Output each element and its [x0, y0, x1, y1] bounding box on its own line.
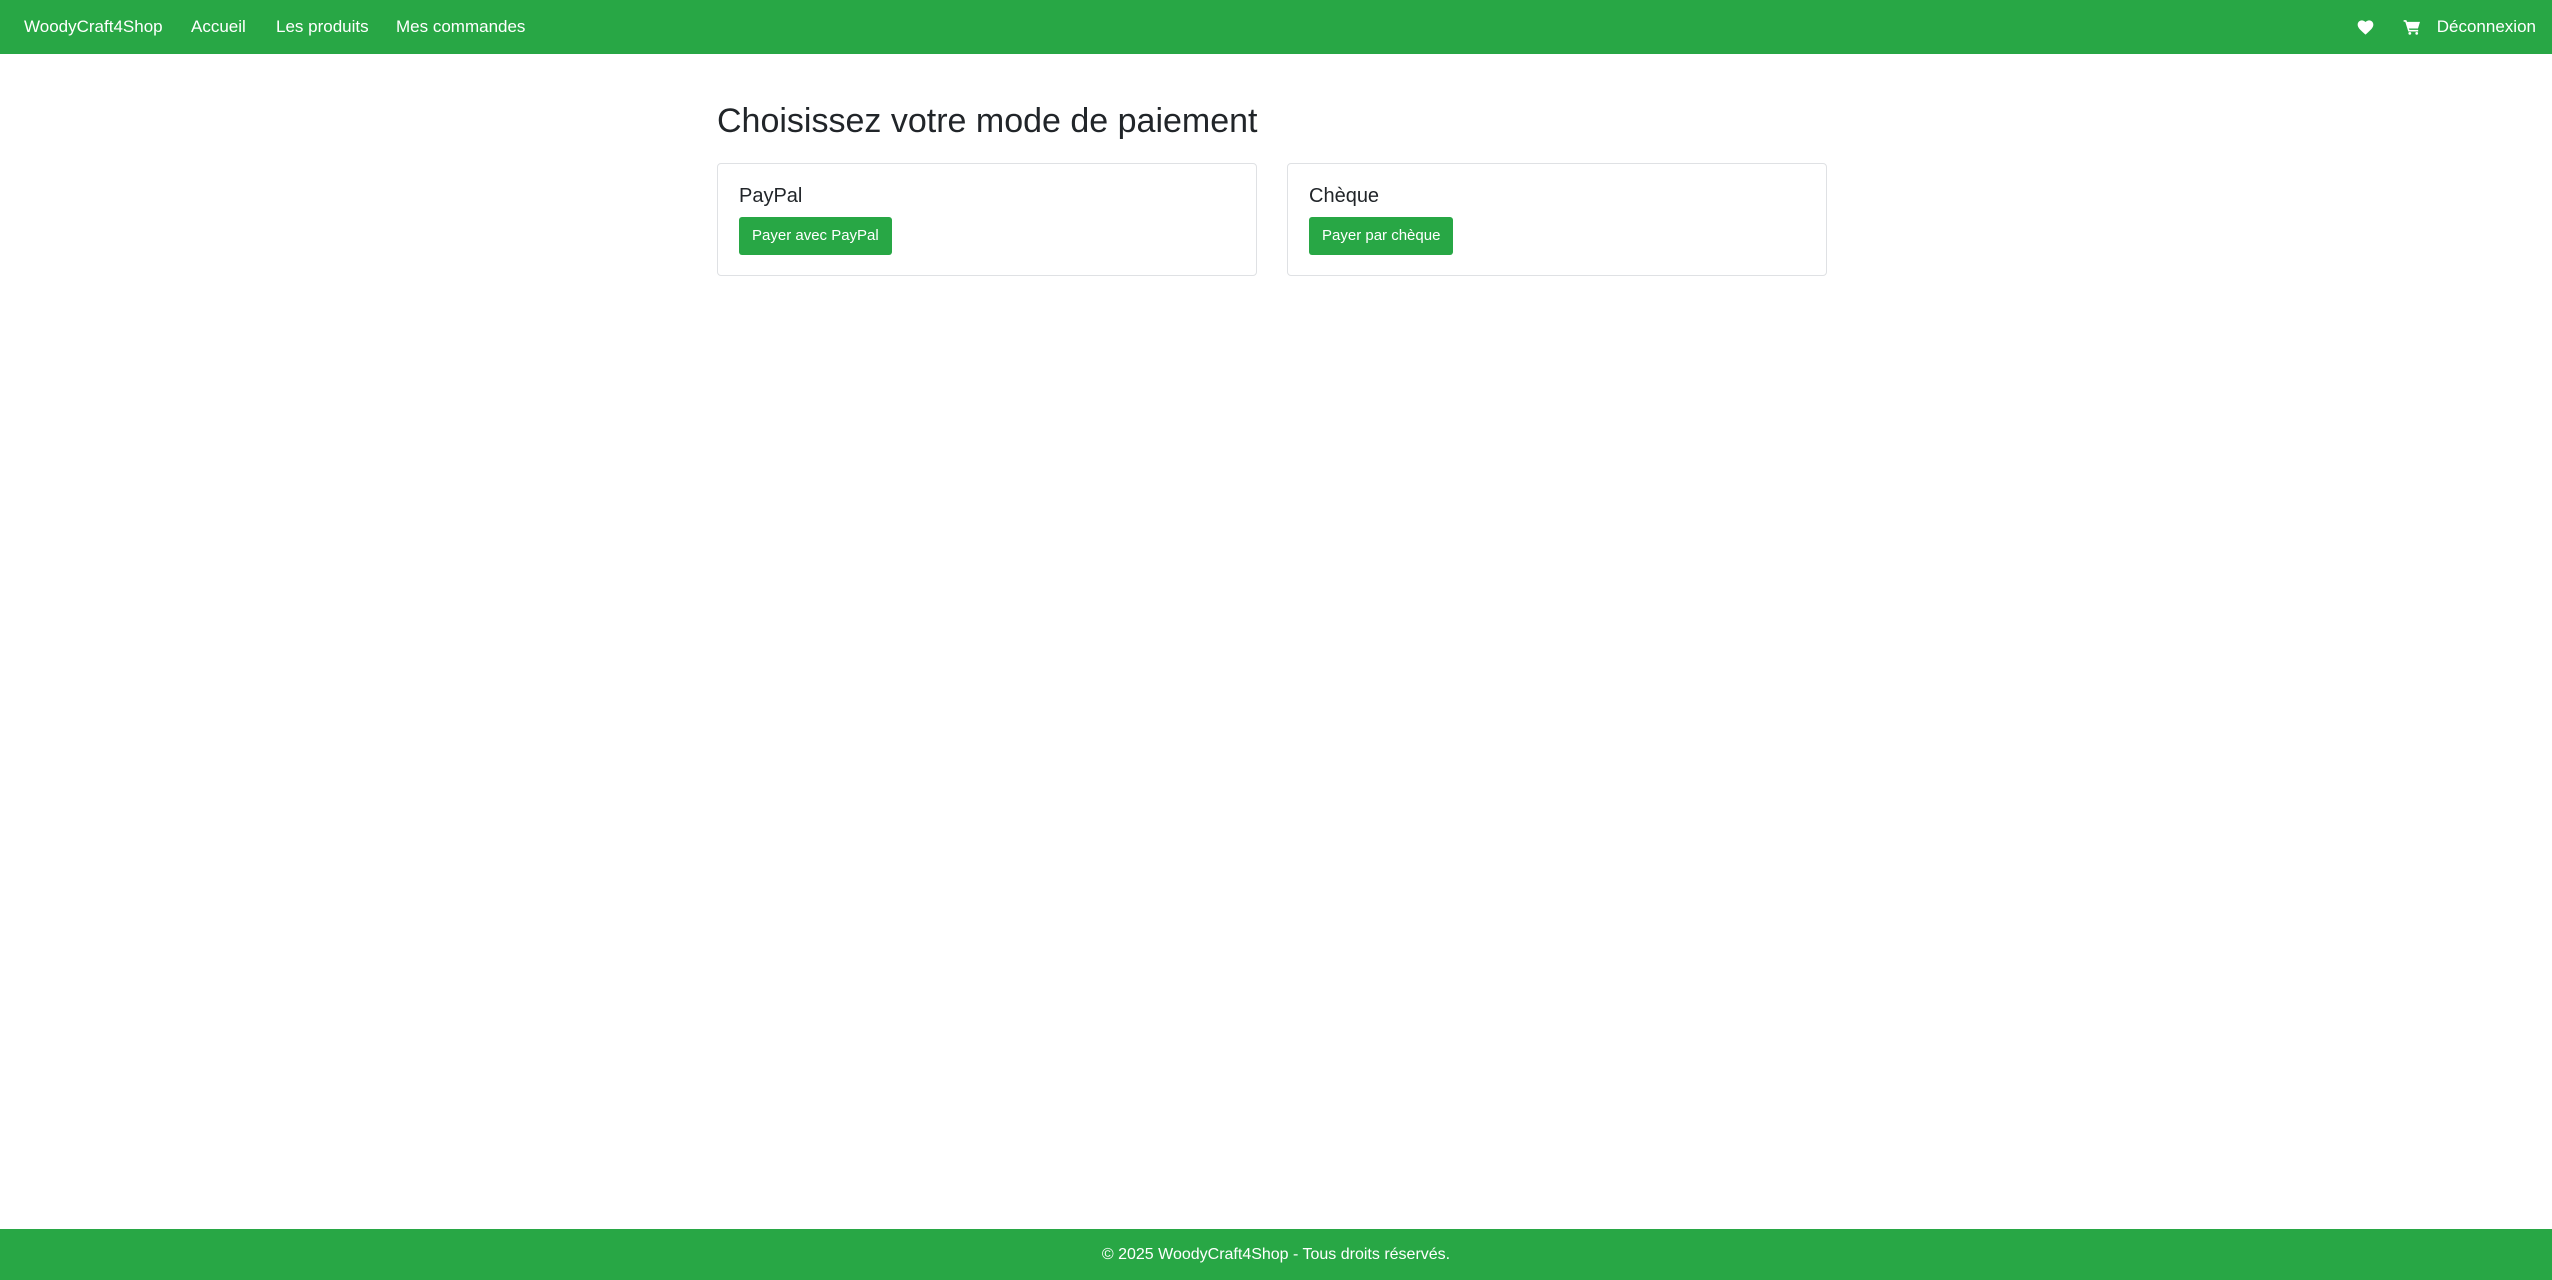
- cart-icon-graphic: [2403, 20, 2420, 35]
- heart-icon[interactable]: [2355, 16, 2377, 38]
- top-navbar: WoodyCraft4Shop Accueil Les produits Mes…: [0, 0, 2552, 54]
- navbar-right-group: Déconnexion: [2355, 0, 2536, 54]
- card-title-cheque: Chèque: [1309, 185, 1380, 207]
- nav-link-commandes[interactable]: Mes commandes: [396, 17, 525, 37]
- payment-card-cheque: Chèque Payer par chèque: [1287, 163, 1827, 276]
- page-title: Choisissez votre mode de paiement: [717, 102, 1258, 140]
- brand-link[interactable]: WoodyCraft4Shop: [24, 17, 163, 37]
- pay-by-cheque-button[interactable]: Payer par chèque: [1309, 217, 1454, 255]
- footer-text: © 2025 WoodyCraft4Shop - Tous droits rés…: [1101, 1245, 1451, 1263]
- logout-link[interactable]: Déconnexion: [2437, 17, 2536, 37]
- cart-icon[interactable]: [2401, 16, 2423, 38]
- payment-methods: PayPal Payer avec PayPal Chèque Payer pa…: [717, 163, 1829, 276]
- nav-link-produits[interactable]: Les produits: [276, 17, 369, 37]
- pay-with-paypal-button[interactable]: Payer avec PayPal: [739, 217, 892, 255]
- nav-link-accueil[interactable]: Accueil: [191, 17, 246, 37]
- heart-icon-graphic: [2357, 19, 2374, 35]
- payment-card-paypal: PayPal Payer avec PayPal: [717, 163, 1257, 276]
- main-content: Choisissez votre mode de paiement PayPal…: [717, 100, 1829, 276]
- page-footer: © 2025 WoodyCraft4Shop - Tous droits rés…: [0, 1229, 2552, 1280]
- card-title-paypal: PayPal: [739, 185, 803, 207]
